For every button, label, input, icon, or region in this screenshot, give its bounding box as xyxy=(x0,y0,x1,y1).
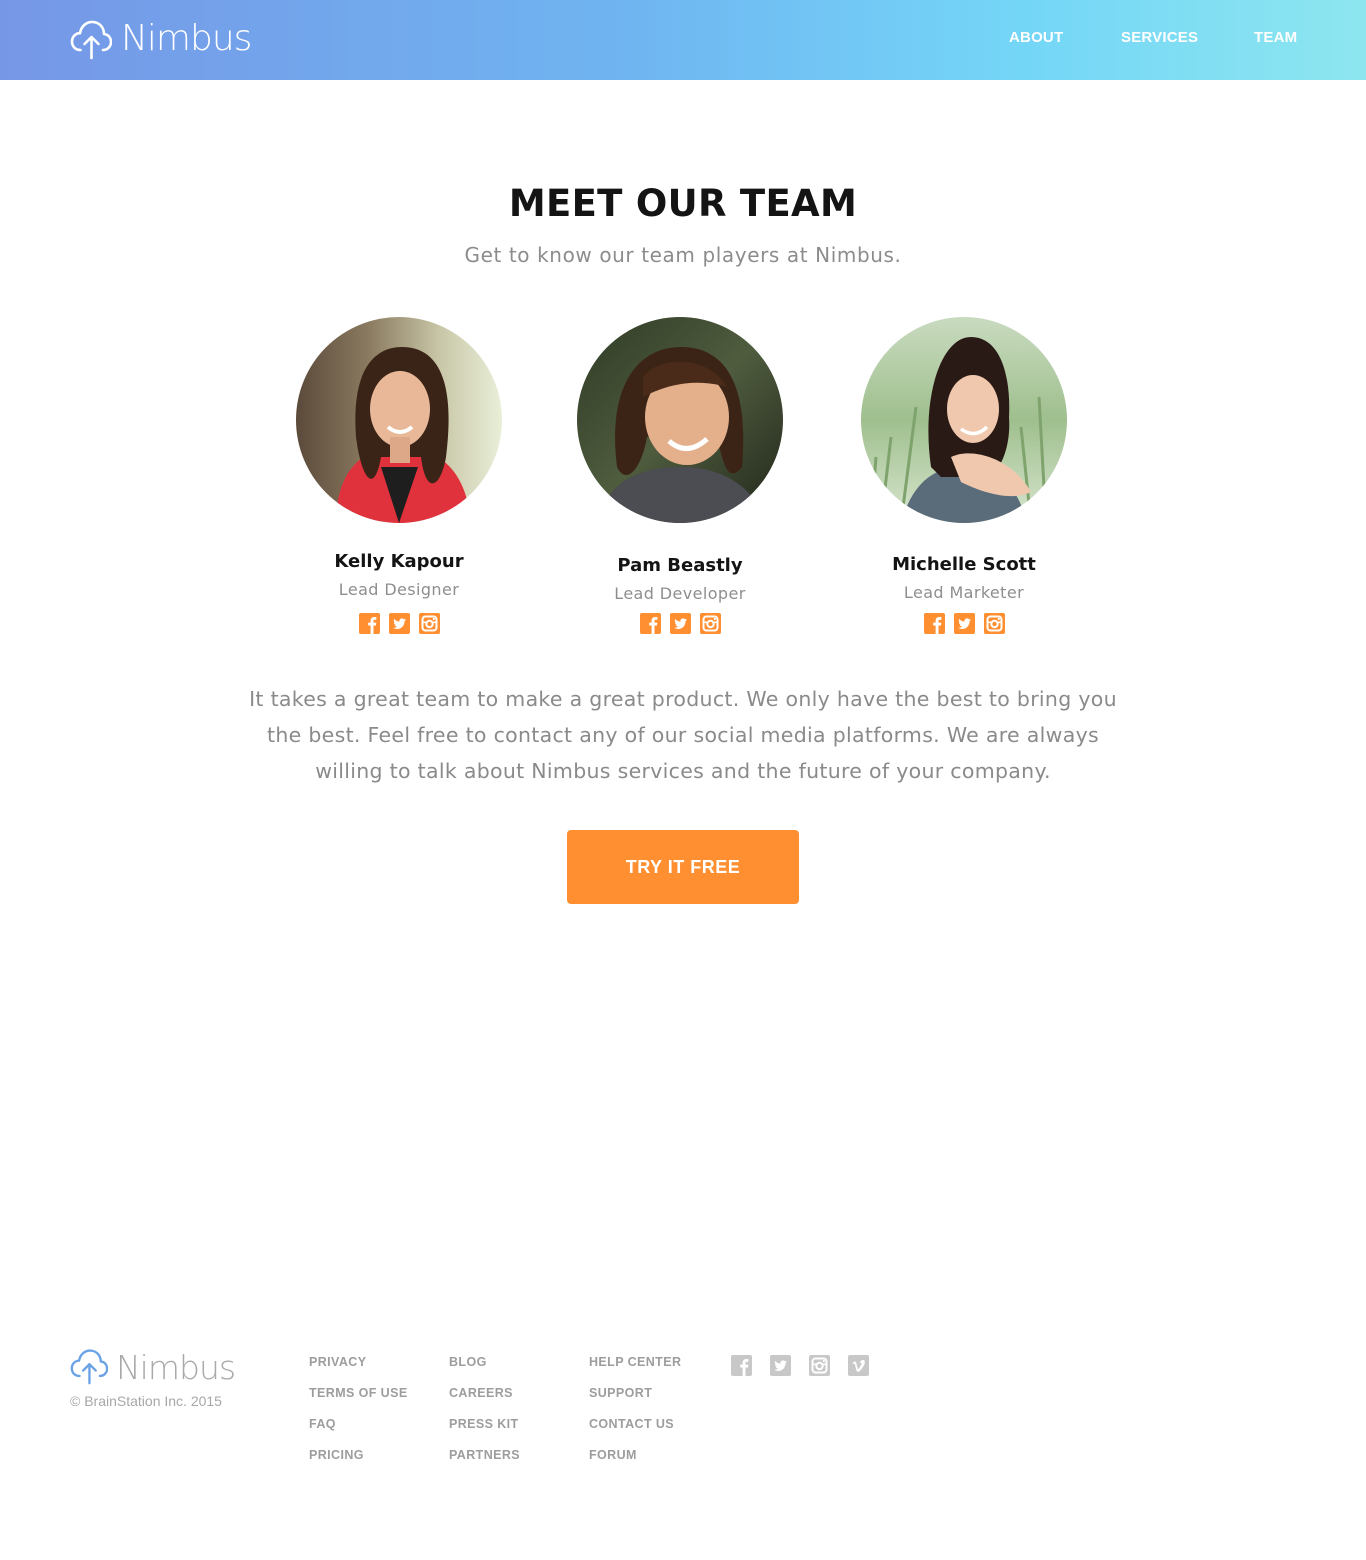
team-member-card: Michelle Scott Lead Marketer xyxy=(824,317,1104,634)
nav-services[interactable]: SERVICES xyxy=(1121,29,1198,46)
twitter-icon[interactable] xyxy=(669,613,691,634)
footer-link-support[interactable]: SUPPORT xyxy=(589,1386,681,1417)
nav-team[interactable]: TEAM xyxy=(1254,29,1297,46)
team-member-card: Pam Beastly Lead Developer xyxy=(540,317,820,634)
footer-column-company: BLOG CAREERS PRESS KIT PARTNERS xyxy=(449,1355,520,1479)
team-member-card: Kelly Kapour Lead Designer xyxy=(259,317,539,634)
site-header: Nimbus ABOUT SERVICES TEAM xyxy=(0,0,1366,80)
footer-link-privacy[interactable]: PRIVACY xyxy=(309,1355,408,1386)
twitter-icon[interactable] xyxy=(388,613,410,634)
vimeo-icon[interactable] xyxy=(848,1355,869,1376)
brand-name: Nimbus xyxy=(121,18,252,59)
nav-about[interactable]: ABOUT xyxy=(1009,29,1063,46)
member-role: Lead Marketer xyxy=(903,583,1025,602)
footer-link-press-kit[interactable]: PRESS KIT xyxy=(449,1417,520,1448)
brand-logo[interactable]: Nimbus xyxy=(70,18,252,60)
cloud-upload-icon xyxy=(70,18,112,60)
footer-link-blog[interactable]: BLOG xyxy=(449,1355,520,1386)
member-photo xyxy=(861,317,1067,523)
footer-social-links xyxy=(731,1355,869,1376)
footer-column-legal: PRIVACY TERMS OF USE FAQ PRICING xyxy=(309,1355,408,1479)
member-name: Pam Beastly xyxy=(617,555,743,576)
member-photo xyxy=(296,317,502,523)
twitter-icon[interactable] xyxy=(770,1355,791,1376)
instagram-icon[interactable] xyxy=(699,613,721,634)
footer-link-help-center[interactable]: HELP CENTER xyxy=(589,1355,681,1386)
facebook-icon[interactable] xyxy=(358,613,380,634)
footer-link-careers[interactable]: CAREERS xyxy=(449,1386,520,1417)
footer-link-partners[interactable]: PARTNERS xyxy=(449,1448,520,1479)
section-subtitle: Get to know our team players at Nimbus. xyxy=(464,243,902,267)
member-photo xyxy=(577,317,783,523)
team-description: It takes a great team to make a great pr… xyxy=(249,687,1117,783)
footer-brand-logo[interactable]: Nimbus xyxy=(70,1347,236,1389)
instagram-icon[interactable] xyxy=(983,613,1005,634)
cloud-upload-icon xyxy=(70,1347,109,1389)
facebook-icon[interactable] xyxy=(639,613,661,634)
instagram-icon[interactable] xyxy=(809,1355,830,1376)
footer-link-contact-us[interactable]: CONTACT US xyxy=(589,1417,681,1448)
section-title: MEET OUR TEAM xyxy=(508,182,858,225)
instagram-icon[interactable] xyxy=(418,613,440,634)
footer-link-pricing[interactable]: PRICING xyxy=(309,1448,408,1479)
member-name: Kelly Kapour xyxy=(334,551,464,572)
member-name: Michelle Scott xyxy=(892,554,1036,575)
member-social-links xyxy=(824,613,1104,634)
try-it-free-button[interactable]: TRY IT FREE xyxy=(567,830,799,904)
member-role: Lead Designer xyxy=(338,580,460,599)
member-role: Lead Developer xyxy=(614,584,746,603)
footer-brand-name: Nimbus xyxy=(116,1348,236,1387)
facebook-icon[interactable] xyxy=(923,613,945,634)
copyright-text: © BrainStation Inc. 2015 xyxy=(70,1393,222,1409)
footer-link-terms[interactable]: TERMS OF USE xyxy=(309,1386,408,1417)
facebook-icon[interactable] xyxy=(731,1355,752,1376)
member-social-links xyxy=(540,613,820,634)
footer-link-forum[interactable]: FORUM xyxy=(589,1448,681,1479)
footer-column-help: HELP CENTER SUPPORT CONTACT US FORUM xyxy=(589,1355,681,1479)
member-social-links xyxy=(259,613,539,634)
twitter-icon[interactable] xyxy=(953,613,975,634)
footer-link-faq[interactable]: FAQ xyxy=(309,1417,408,1448)
